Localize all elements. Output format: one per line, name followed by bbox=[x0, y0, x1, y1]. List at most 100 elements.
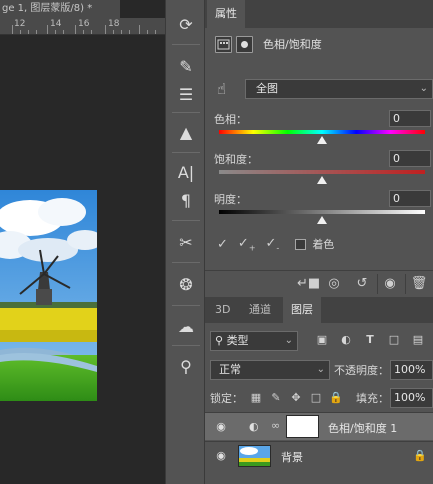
divider bbox=[172, 345, 200, 346]
ruler-tick bbox=[36, 30, 37, 34]
tab-3d[interactable]: 3D bbox=[207, 297, 238, 323]
divider bbox=[172, 152, 200, 153]
reset-icon[interactable]: ↺ bbox=[353, 275, 371, 293]
eyedropper-minus-icon[interactable]: ✓- bbox=[266, 236, 280, 253]
tab-layers[interactable]: 图层 bbox=[283, 297, 321, 323]
saturation-value-input[interactable]: 0 bbox=[389, 150, 431, 167]
hue-slider-track[interactable] bbox=[219, 130, 425, 134]
layer-row-hue-saturation[interactable]: ◉ ◐ ∞ 色相/饱和度 1 bbox=[205, 412, 433, 440]
eyedropper-icon[interactable]: ✓ bbox=[217, 237, 228, 252]
saturation-slider-track[interactable] bbox=[219, 170, 425, 174]
divider bbox=[405, 274, 406, 294]
ruler-tick bbox=[105, 25, 106, 34]
preset-channel-select[interactable]: 全图 ⌄ bbox=[245, 79, 433, 99]
lock-position-icon[interactable]: ✥ bbox=[289, 391, 303, 405]
ruler-tick bbox=[28, 30, 29, 34]
blend-mode-value: 正常 bbox=[219, 363, 241, 376]
mask-icon[interactable] bbox=[236, 35, 253, 53]
layer-row-background[interactable]: ◉ 背景 🔒 bbox=[205, 441, 433, 469]
lock-image-pixels-icon[interactable]: ✎ bbox=[269, 391, 283, 405]
horizontal-ruler[interactable]: 12 14 16 18 bbox=[0, 18, 165, 35]
clip-to-layer-icon[interactable]: ↵■ bbox=[297, 275, 320, 293]
type-layer-filter-icon[interactable]: T bbox=[363, 333, 377, 347]
layer-name: 背景 bbox=[281, 451, 303, 464]
ruler-tick bbox=[55, 30, 56, 34]
ruler-tick bbox=[75, 25, 76, 34]
chevron-down-icon: ⌄ bbox=[419, 83, 428, 94]
character-icon[interactable]: A| bbox=[174, 160, 198, 184]
filter-select-value: 类型 bbox=[226, 334, 249, 347]
shape-layer-filter-icon[interactable]: □ bbox=[387, 333, 401, 347]
divider bbox=[172, 262, 200, 263]
eye-icon[interactable]: ◉ bbox=[214, 420, 228, 434]
layer-mask-thumbnail[interactable] bbox=[286, 415, 319, 438]
lightness-slider-track[interactable] bbox=[219, 210, 425, 214]
tool-presets-icon[interactable]: ✂ bbox=[174, 230, 198, 254]
saturation-slider-thumb[interactable] bbox=[317, 176, 327, 184]
brush-settings-icon[interactable]: ✎ bbox=[174, 54, 198, 78]
lock-all-icon[interactable]: 🔒 bbox=[329, 391, 343, 405]
trash-icon[interactable]: 🗑 bbox=[410, 275, 428, 293]
adjustments-icon[interactable]: ☰ bbox=[174, 82, 198, 106]
blend-mode-select[interactable]: 正常 ⌄ bbox=[210, 360, 330, 380]
layer-kind-filter-select[interactable]: ⚲ 类型 ⌄ bbox=[210, 331, 298, 351]
ruler-label-12: 12 bbox=[14, 19, 26, 29]
view-previous-state-icon[interactable]: ◎ bbox=[325, 275, 343, 293]
chevron-down-icon: ⌄ bbox=[284, 335, 293, 346]
ruler-label-16: 16 bbox=[78, 19, 90, 29]
libraries-icon[interactable]: ☁ bbox=[174, 314, 198, 338]
divider bbox=[377, 274, 378, 294]
colorize-checkbox[interactable] bbox=[295, 238, 307, 250]
paragraph-icon[interactable]: ¶ bbox=[174, 188, 198, 212]
ruler-tick bbox=[47, 25, 48, 34]
tab-channels[interactable]: 通道 bbox=[241, 297, 279, 323]
lightness-value-input[interactable]: 0 bbox=[389, 190, 431, 207]
clone-source-icon[interactable]: ▲ bbox=[174, 120, 198, 144]
toggle-visibility-icon[interactable]: ◉ bbox=[381, 275, 399, 293]
divider bbox=[172, 44, 200, 45]
ruler-tick bbox=[113, 30, 114, 34]
divider bbox=[172, 305, 200, 306]
lightness-slider-thumb[interactable] bbox=[317, 216, 327, 224]
colorize-label: 着色 bbox=[312, 238, 335, 251]
adjustment-layer-filter-icon[interactable]: ◐ bbox=[339, 333, 353, 347]
3d-icon[interactable]: ❂ bbox=[174, 272, 198, 296]
hue-label: 色相： bbox=[214, 113, 247, 126]
chain-link-icon[interactable]: ∞ bbox=[271, 419, 280, 432]
fill-input[interactable]: 100% bbox=[390, 388, 433, 408]
ruler-label-18: 18 bbox=[108, 19, 120, 29]
layers-tabbar: 3D 通道 图层 bbox=[205, 297, 433, 323]
ruler-tick bbox=[83, 30, 84, 34]
adjustment-layer-icon[interactable] bbox=[215, 35, 232, 53]
hue-value-input[interactable]: 0 bbox=[389, 110, 431, 127]
opacity-input[interactable]: 100% bbox=[390, 360, 433, 380]
targeted-adjustment-hand-icon[interactable]: ☝ bbox=[217, 80, 235, 98]
lock-transparent-pixels-icon[interactable]: ▦ bbox=[249, 391, 263, 405]
hue-slider-thumb[interactable] bbox=[317, 136, 327, 144]
learn-icon[interactable]: ⚲ bbox=[174, 354, 198, 378]
canvas-image[interactable] bbox=[0, 190, 97, 401]
pixel-layer-filter-icon[interactable]: ▣ bbox=[315, 333, 329, 347]
saturation-label: 饱和度： bbox=[214, 153, 258, 166]
properties-footer: ↵■ ◎ ↺ ◉ 🗑 bbox=[205, 270, 433, 296]
divider bbox=[172, 112, 200, 113]
lock-icon: 🔒 bbox=[413, 449, 427, 462]
preset-select-value: 全图 bbox=[256, 82, 278, 95]
eye-icon[interactable]: ◉ bbox=[214, 449, 228, 463]
lock-artboard-icon[interactable]: □ bbox=[309, 391, 323, 405]
properties-layers-panel: 属性 色相/饱和度 ☝ 全图 ⌄ 色相： 0 饱和度： 0 明度： 0 ✓ ✓+… bbox=[205, 0, 433, 484]
panel-dock-strip: ⟳ ✎ ☰ ▲ A| ¶ ✂ ❂ ☁ ⚲ bbox=[165, 0, 205, 484]
chevron-down-icon: ⌄ bbox=[316, 364, 325, 375]
divider bbox=[172, 220, 200, 221]
ruler-tick bbox=[147, 30, 148, 34]
smart-object-filter-icon[interactable]: ▤ bbox=[411, 333, 425, 347]
ruler-tick bbox=[63, 30, 64, 34]
opacity-label: 不透明度： bbox=[334, 364, 389, 377]
document-tab[interactable]: ge 1, 图层蒙版/8) * bbox=[0, 0, 120, 18]
tab-properties[interactable]: 属性 bbox=[207, 0, 245, 28]
eyedropper-plus-icon[interactable]: ✓+ bbox=[238, 236, 256, 253]
ruler-label-14: 14 bbox=[50, 19, 62, 29]
fill-label: 填充： bbox=[356, 392, 389, 405]
properties-header: 色相/饱和度 bbox=[215, 34, 322, 54]
history-brush-icon[interactable]: ⟳ bbox=[174, 12, 198, 36]
